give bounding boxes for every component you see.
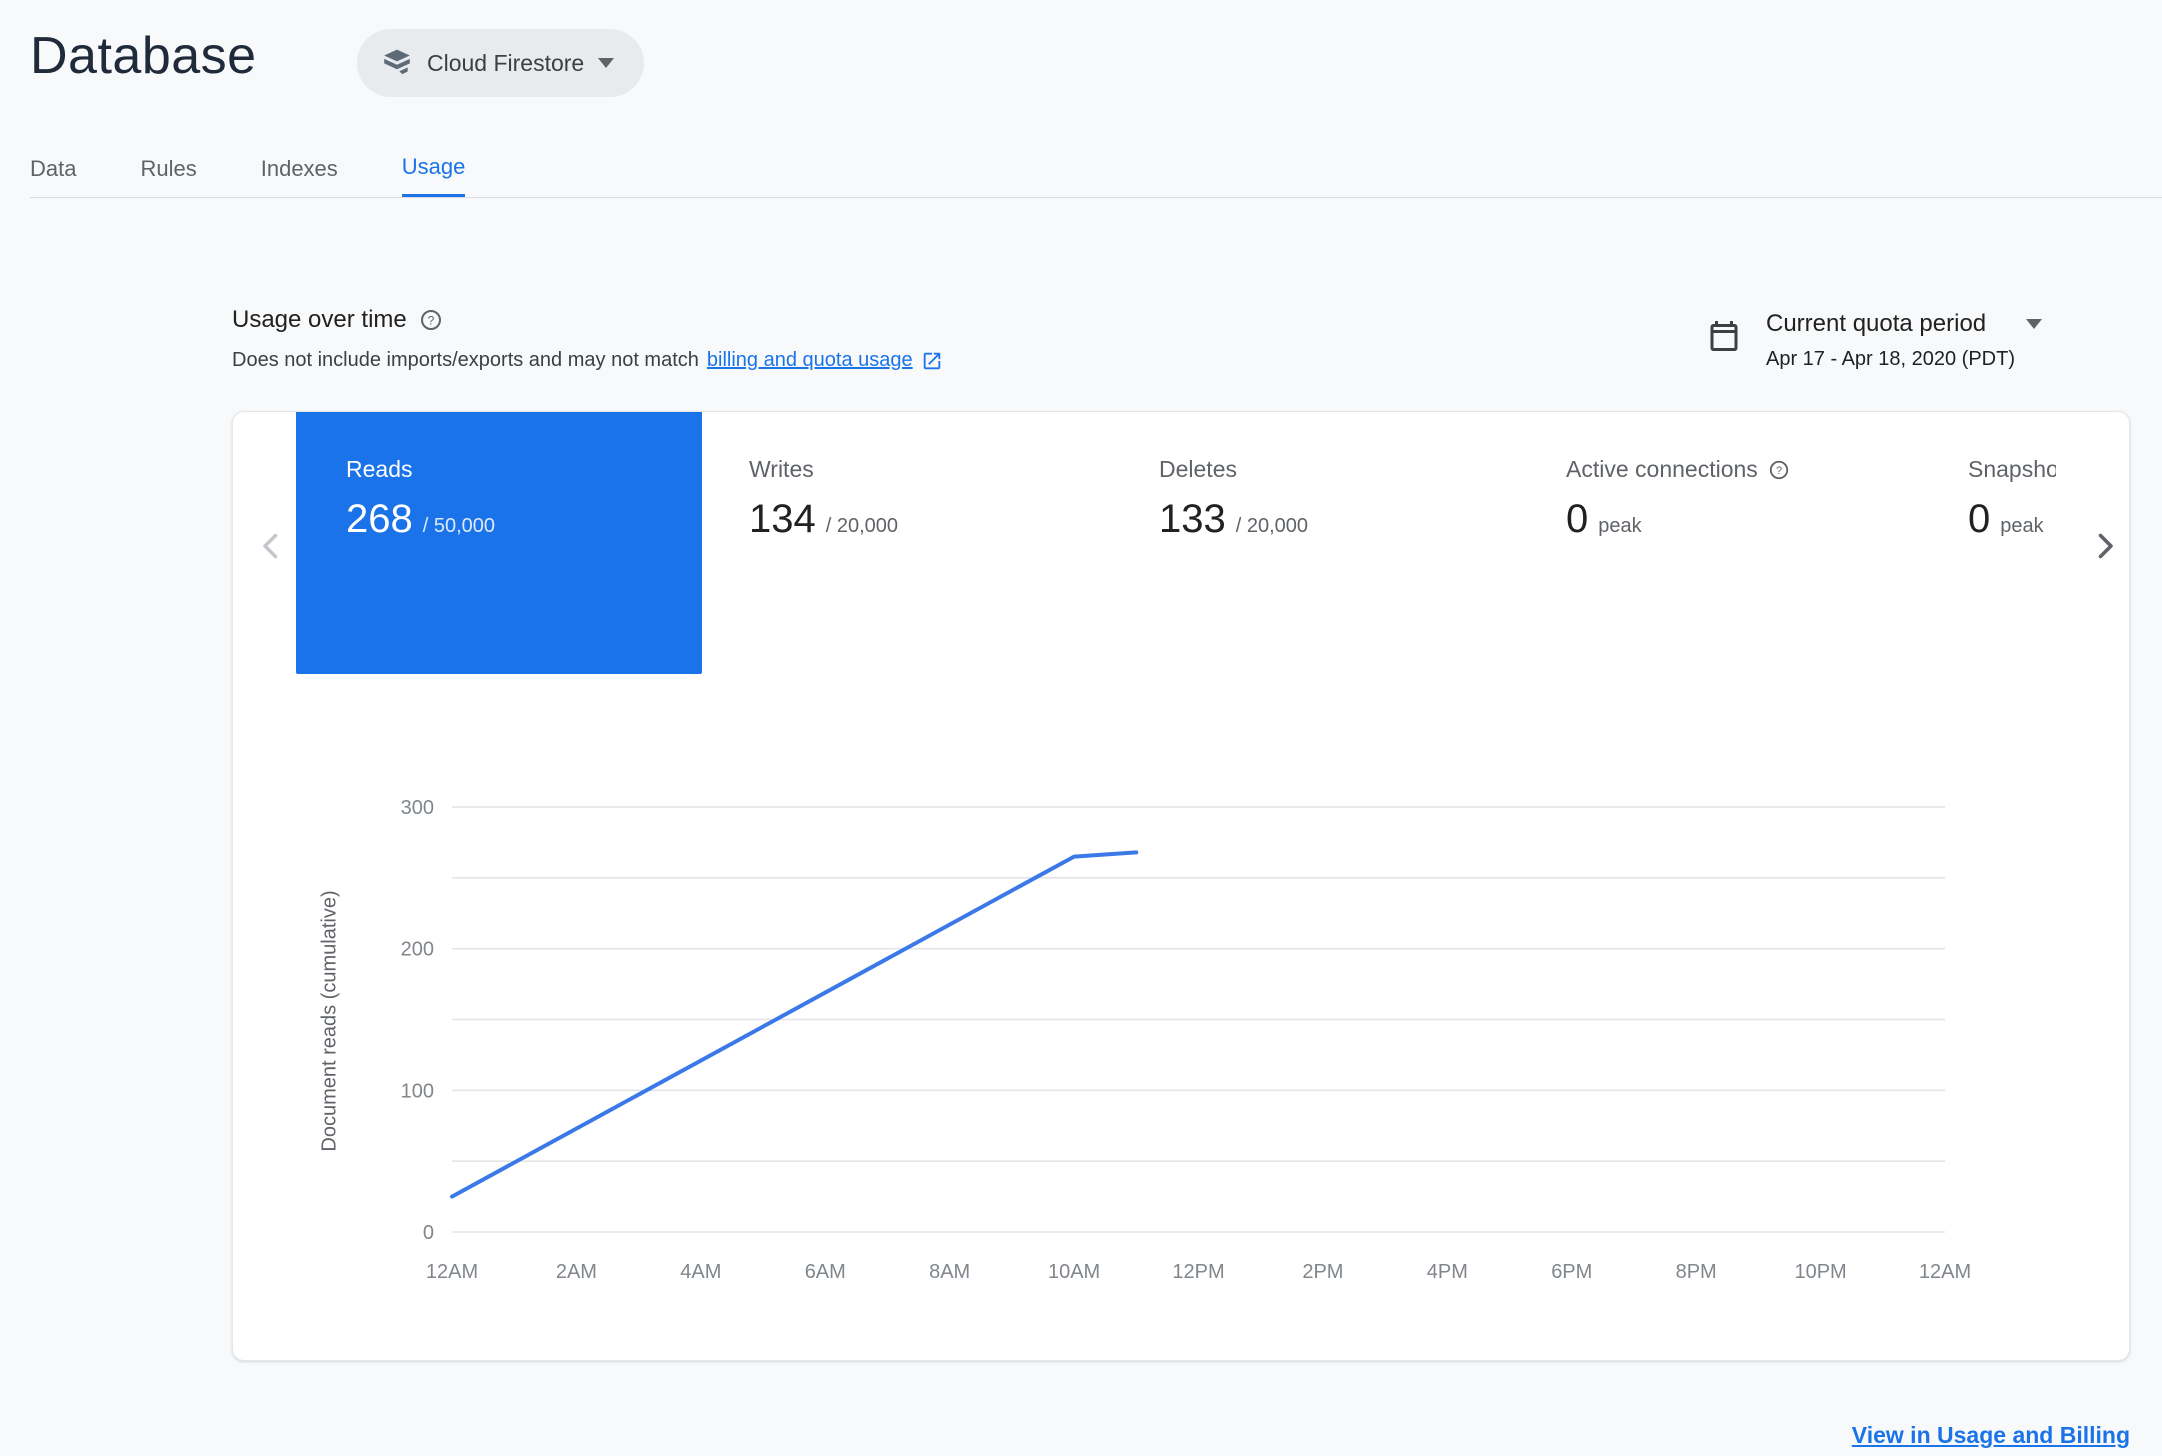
database-selector-label: Cloud Firestore — [427, 49, 585, 76]
svg-text:8AM: 8AM — [929, 1261, 970, 1283]
svg-text:10PM: 10PM — [1794, 1261, 1846, 1283]
page-title: Database — [30, 27, 257, 85]
svg-text:2AM: 2AM — [556, 1261, 597, 1283]
metric-active-connections[interactable]: Active connections ? 0 peak — [1566, 412, 1790, 542]
quota-period-range: Apr 17 - Apr 18, 2020 (PDT) — [1766, 348, 2016, 370]
billing-quota-link[interactable]: billing and quota usage — [707, 349, 913, 372]
usage-chart-svg: 0 100 200 300 12AM 2AM 4AM 6AM 8AM 10AM 12PM 2PM 4PM… — [401, 797, 1972, 1283]
metric-reads-value: 268 — [346, 497, 413, 541]
metric-active-connections-label: Active connections — [1566, 456, 1758, 482]
view-usage-billing-link[interactable]: View in Usage and Billing — [1852, 1422, 2130, 1449]
help-icon[interactable]: ? — [1768, 459, 1790, 481]
quota-chevron-down-icon — [2026, 319, 2043, 329]
metric-snapshot-listeners-value: 0 — [1968, 497, 1991, 541]
metric-writes[interactable]: Writes 134 / 20,000 — [749, 412, 898, 542]
help-icon[interactable]: ? — [419, 308, 443, 332]
firestore-icon — [384, 49, 410, 75]
tab-indexes[interactable]: Indexes — [261, 140, 338, 198]
usage-over-time-title: Usage over time — [232, 306, 407, 333]
carousel-right-chevron[interactable] — [2087, 528, 2123, 564]
tab-divider — [30, 197, 2162, 198]
svg-text:10AM: 10AM — [1048, 1261, 1100, 1283]
svg-text:12AM: 12AM — [426, 1261, 478, 1283]
metric-reads-quota: / 50,000 — [422, 515, 496, 537]
quota-period-label: Current quota period — [1766, 310, 1987, 337]
tab-usage[interactable]: Usage — [401, 140, 466, 198]
carousel-left-chevron[interactable] — [253, 528, 289, 564]
quota-period-selector[interactable]: Current quota period Apr 17 - Apr 18, 20… — [1706, 310, 2043, 371]
svg-text:4PM: 4PM — [1427, 1261, 1468, 1283]
metric-reads-label: Reads — [346, 456, 413, 482]
chevron-down-icon — [598, 58, 615, 68]
svg-text:?: ? — [427, 314, 434, 328]
firestore-usage-page: Database Cloud Firestore Data Rules Inde… — [0, 0, 2162, 1456]
metric-deletes-value: 133 — [1159, 497, 1226, 541]
external-link-icon — [923, 352, 940, 369]
usage-card: Reads 268 / 50,000 Writes 134 / 20,000 D… — [232, 411, 2130, 1361]
metric-reads[interactable]: Reads 268 / 50,000 — [296, 412, 702, 674]
metric-active-connections-quota: peak — [1598, 515, 1642, 537]
calendar-icon — [1710, 321, 1738, 351]
tab-rules[interactable]: Rules — [140, 140, 196, 198]
tab-data[interactable]: Data — [30, 140, 76, 198]
svg-text:300: 300 — [401, 797, 434, 819]
svg-text:100: 100 — [401, 1080, 434, 1102]
metric-snapshot-listeners[interactable]: Snapshot listeners 0 peak — [1968, 412, 2056, 542]
metric-deletes-label: Deletes — [1159, 456, 1237, 482]
database-selector[interactable]: Cloud Firestore — [357, 29, 645, 97]
svg-text:4AM: 4AM — [680, 1261, 721, 1283]
svg-text:2PM: 2PM — [1302, 1261, 1343, 1283]
metric-snapshot-listeners-label: Snapshot listeners — [1968, 456, 2056, 482]
usage-description: Does not include imports/exports and may… — [232, 349, 943, 372]
metric-deletes-quota: / 20,000 — [1235, 515, 1309, 537]
metric-writes-quota: / 20,000 — [825, 515, 899, 537]
metric-deletes[interactable]: Deletes 133 / 20,000 — [1159, 412, 1308, 542]
metric-writes-value: 134 — [749, 497, 816, 541]
svg-text:?: ? — [1776, 465, 1782, 477]
metric-active-connections-value: 0 — [1566, 497, 1589, 541]
metric-writes-label: Writes — [749, 456, 814, 482]
svg-text:12PM: 12PM — [1172, 1261, 1224, 1283]
svg-text:200: 200 — [401, 939, 434, 961]
metric-snapshot-listeners-quota: peak — [2000, 515, 2044, 537]
usage-description-text: Does not include imports/exports and may… — [232, 349, 699, 371]
svg-text:6PM: 6PM — [1551, 1261, 1592, 1283]
tab-bar: Data Rules Indexes Usage — [30, 140, 466, 198]
svg-text:0: 0 — [423, 1222, 434, 1244]
svg-text:6AM: 6AM — [805, 1261, 846, 1283]
svg-text:8PM: 8PM — [1676, 1261, 1717, 1283]
svg-text:12AM: 12AM — [1919, 1261, 1971, 1283]
